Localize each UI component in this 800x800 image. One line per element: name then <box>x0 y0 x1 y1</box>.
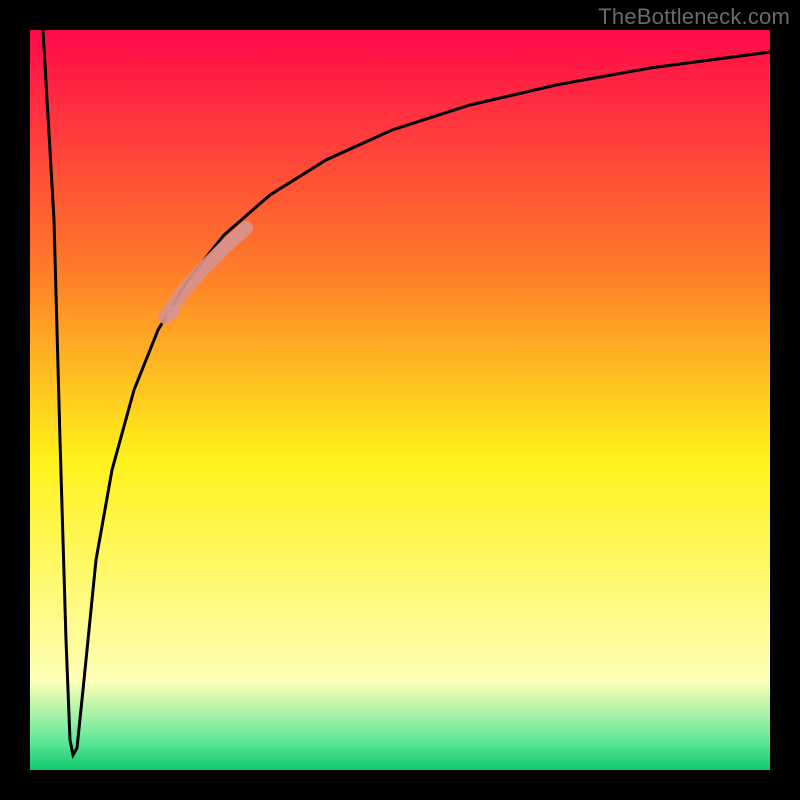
watermark-text: TheBottleneck.com <box>598 4 790 30</box>
chart-svg <box>0 0 800 800</box>
chart-stage: TheBottleneck.com <box>0 0 800 800</box>
plot-area <box>30 30 770 770</box>
curve-highlight-dot <box>165 305 179 319</box>
